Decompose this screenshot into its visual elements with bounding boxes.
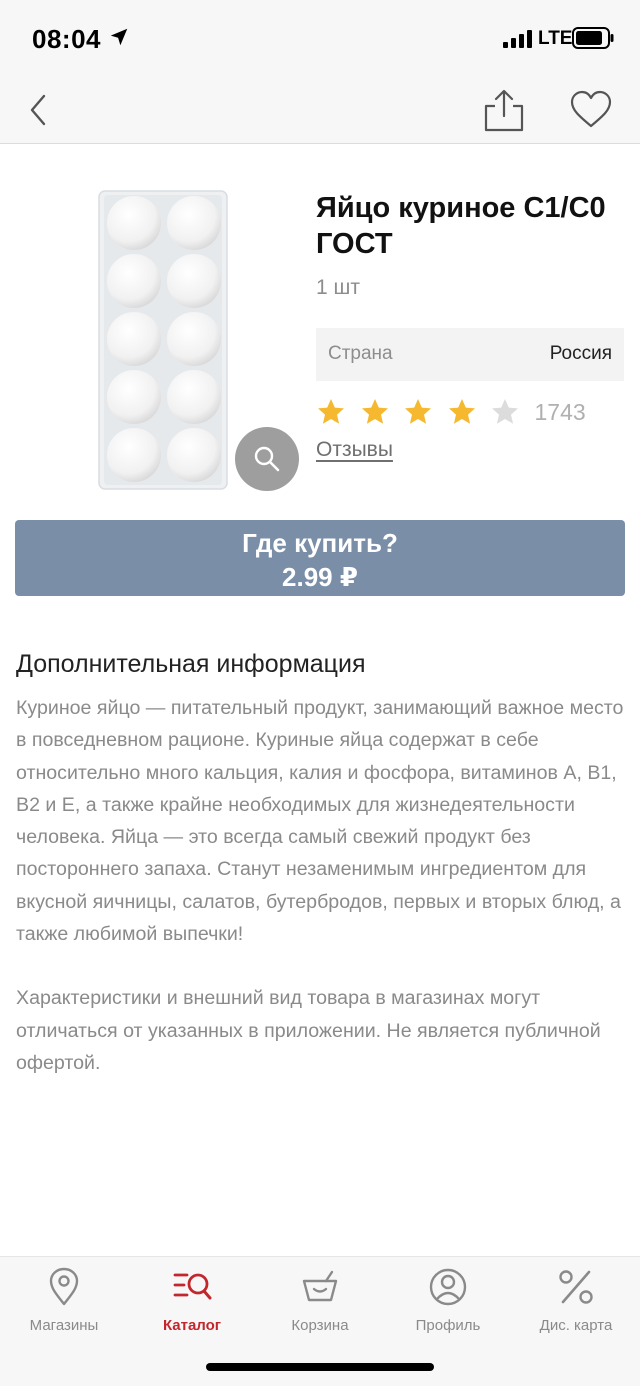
status-time: 08:04 — [32, 24, 101, 54]
catalog-search-icon — [173, 1273, 212, 1300]
magnifier-icon — [254, 446, 280, 472]
tab-discount-card[interactable]: Дис. карта — [512, 1267, 640, 1347]
star-filled-icon — [361, 399, 388, 424]
rating-stars — [316, 397, 534, 427]
country-row: Страна Россия — [316, 328, 624, 381]
product-title: Яйцо куриное С1/С0 ГОСТ — [316, 192, 606, 260]
tab-label: Магазины — [29, 1317, 99, 1334]
reviews-link[interactable]: Отзывы — [316, 438, 393, 462]
tab-cart[interactable]: Корзина — [256, 1267, 384, 1347]
rating: 1743 — [316, 396, 586, 428]
star-filled-icon — [448, 399, 475, 424]
info-description: Куриное яйцо — питательный продукт, зани… — [16, 692, 628, 1111]
profile-icon — [429, 1268, 467, 1306]
basket-icon — [302, 1270, 338, 1302]
product-image[interactable] — [98, 190, 228, 490]
price: 2.99 ₽ — [282, 562, 358, 592]
percent-icon — [559, 1270, 593, 1304]
home-indicator — [206, 1363, 434, 1371]
info-paragraph: Характеристики и внешний вид товара в ма… — [16, 987, 601, 1074]
tab-catalog[interactable]: Каталог — [128, 1267, 256, 1347]
share-icon[interactable] — [482, 88, 526, 132]
star-filled-icon — [405, 399, 431, 424]
nav-bar — [0, 78, 640, 144]
country-value: Россия — [549, 343, 612, 364]
chevron-left-icon[interactable] — [22, 90, 56, 130]
buy-button-label: Где купить? — [242, 528, 398, 558]
info-heading: Дополнительная информация — [16, 650, 366, 678]
tab-label: Профиль — [415, 1317, 481, 1334]
tab-stores[interactable]: Магазины — [0, 1267, 128, 1347]
star-empty-icon — [492, 399, 518, 424]
rating-count: 1743 — [534, 398, 586, 425]
network-type: LTE — [538, 28, 573, 49]
star-filled-icon — [318, 399, 344, 424]
heart-icon[interactable] — [569, 88, 613, 132]
signal-bars-icon — [503, 30, 532, 48]
tab-label: Дис. карта — [539, 1317, 613, 1334]
status-bar: 08:04 LTE — [0, 0, 640, 78]
tab-profile[interactable]: Профиль — [384, 1267, 512, 1347]
country-label: Страна — [328, 343, 393, 364]
info-paragraph: Куриное яйцо — питательный продукт, зани… — [16, 697, 624, 946]
tab-label: Каталог — [162, 1317, 222, 1334]
product-quantity: 1 шт — [316, 276, 360, 299]
location-arrow-icon — [110, 28, 128, 46]
map-pin-icon — [49, 1267, 79, 1306]
where-to-buy-button[interactable]: Где купить? 2.99 ₽ — [15, 520, 625, 596]
battery-icon — [572, 27, 614, 49]
zoom-button[interactable] — [235, 427, 299, 491]
tab-label: Корзина — [291, 1317, 349, 1334]
